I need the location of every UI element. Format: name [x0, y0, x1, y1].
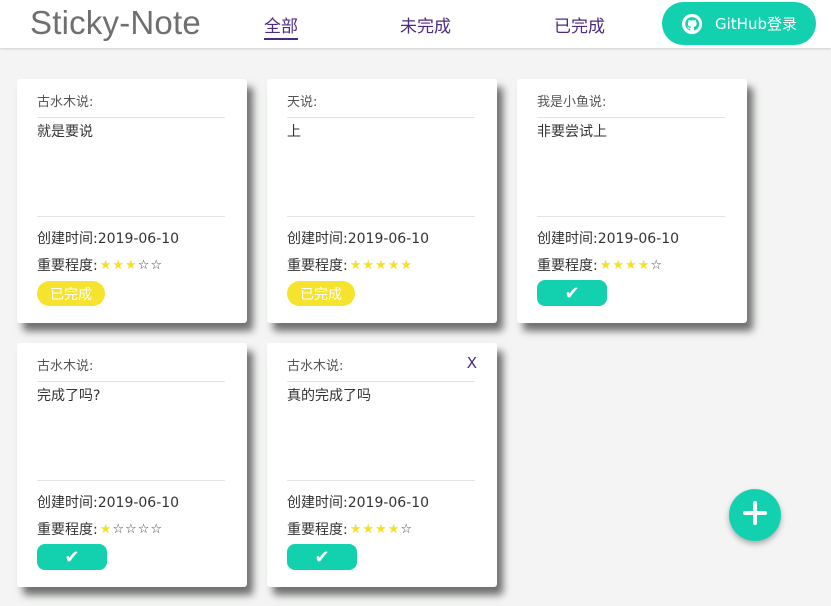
note-created-time: 创建时间:2019-06-10: [37, 495, 180, 511]
note-importance: 重要程度: ★ ★ ★ ★ ☆: [537, 255, 663, 275]
star-filled-icon: ★: [375, 257, 387, 273]
star-filled-icon: ★: [599, 257, 612, 273]
note-content: 非要尝试上: [537, 124, 607, 140]
note-content: 上: [287, 124, 301, 140]
github-login-button[interactable]: GitHub登录: [662, 2, 816, 45]
note-card: 古水木说: X 真的完成了吗 创建时间:2019-06-10 重要程度: ★ ★ ★ ★ ☆ ✔: [267, 343, 497, 587]
note-importance: 重要程度: ★ ☆ ☆ ☆ ☆: [37, 519, 163, 539]
importance-label: 重要程度:: [287, 522, 348, 538]
star-filled-icon: ★: [362, 521, 375, 537]
note-author: 我是小鱼说:: [537, 95, 607, 110]
star-filled-icon: ★: [387, 521, 400, 537]
mark-complete-button[interactable]: ✔: [287, 544, 357, 570]
star-empty-icon: ☆: [150, 521, 162, 537]
add-note-button[interactable]: [729, 489, 781, 541]
divider: [537, 216, 725, 217]
top-bar: Sticky-Note 全部 未完成 已完成 GitHub登录: [0, 0, 831, 48]
star-filled-icon: ★: [125, 257, 137, 273]
note-author: 古水木说:: [37, 359, 94, 374]
note-created-time: 创建时间:2019-06-10: [287, 231, 430, 247]
star-filled-icon: ★: [362, 257, 375, 273]
divider: [37, 381, 225, 382]
github-login-label: GitHub登录: [715, 15, 797, 33]
note-content: 完成了吗?: [37, 388, 101, 404]
completed-badge[interactable]: 已完成: [287, 281, 355, 306]
star-filled-icon: ★: [112, 257, 125, 273]
note-card: 我是小鱼说: 非要尝试上 创建时间:2019-06-10 重要程度: ★ ★ ★ ★ ☆ ✔: [517, 79, 747, 323]
note-author: 古水木说:: [37, 95, 94, 110]
github-icon: [681, 13, 703, 35]
star-empty-icon: ☆: [150, 257, 162, 273]
star-rating: ★ ★ ★ ★ ★: [350, 259, 413, 272]
importance-label: 重要程度:: [287, 258, 348, 274]
star-empty-icon: ☆: [137, 521, 150, 537]
star-empty-icon: ☆: [400, 521, 412, 537]
divider: [287, 117, 475, 118]
divider: [37, 480, 225, 481]
divider: [287, 480, 475, 481]
note-author: 古水木说:: [287, 359, 344, 374]
note-created-time: 创建时间:2019-06-10: [287, 495, 430, 511]
star-rating: ★ ★ ★ ★ ☆: [350, 523, 413, 536]
note-importance: 重要程度: ★ ★ ★ ★ ☆: [287, 519, 413, 539]
note-card: 古水木说: 就是要说 创建时间:2019-06-10 重要程度: ★ ★ ★ ☆ ☆ 已完成: [17, 79, 247, 323]
divider: [37, 216, 225, 217]
star-rating: ★ ☆ ☆ ☆ ☆: [100, 523, 163, 536]
mark-complete-button[interactable]: ✔: [37, 544, 107, 570]
star-empty-icon: ☆: [125, 521, 137, 537]
mark-complete-button[interactable]: ✔: [537, 280, 607, 306]
importance-label: 重要程度:: [37, 522, 98, 538]
note-author: 天说:: [287, 95, 318, 110]
note-importance: 重要程度: ★ ★ ★ ☆ ☆: [37, 255, 163, 275]
star-filled-icon: ★: [387, 257, 400, 273]
app-logo: Sticky-Note: [30, 4, 201, 41]
close-icon[interactable]: X: [467, 354, 477, 372]
star-filled-icon: ★: [99, 257, 112, 273]
note-content: 就是要说: [37, 124, 93, 140]
star-filled-icon: ★: [637, 257, 650, 273]
star-empty-icon: ☆: [137, 257, 150, 273]
importance-label: 重要程度:: [537, 258, 598, 274]
note-card: 天说: 上创建时间:2019-06-10 重要程度: ★ ★ ★ ★ ★ 已完成: [267, 79, 497, 323]
star-filled-icon: ★: [99, 521, 112, 537]
tab-complete[interactable]: 已完成: [554, 12, 605, 37]
note-created-time: 创建时间:2019-06-10: [537, 231, 680, 247]
star-rating: ★ ★ ★ ☆ ☆: [100, 259, 163, 272]
tab-all[interactable]: 全部: [264, 12, 298, 40]
note-created-time: 创建时间:2019-06-10: [37, 231, 180, 247]
note-content: 真的完成了吗: [287, 388, 371, 404]
star-filled-icon: ★: [625, 257, 637, 273]
completed-badge[interactable]: 已完成: [37, 281, 105, 306]
star-rating: ★ ★ ★ ★ ☆: [600, 259, 663, 272]
divider: [287, 381, 475, 382]
star-filled-icon: ★: [400, 257, 412, 273]
importance-label: 重要程度:: [37, 258, 98, 274]
star-filled-icon: ★: [349, 257, 362, 273]
note-card: 古水木说: 完成了吗? 创建时间:2019-06-10 重要程度: ★ ☆ ☆ ☆ ☆ ✔: [17, 343, 247, 587]
star-filled-icon: ★: [612, 257, 625, 273]
divider: [37, 117, 225, 118]
note-importance: 重要程度: ★ ★ ★ ★ ★: [287, 255, 413, 275]
tab-incomplete[interactable]: 未完成: [400, 12, 451, 37]
star-empty-icon: ☆: [112, 521, 125, 537]
star-filled-icon: ★: [349, 521, 362, 537]
plus-icon: [740, 498, 770, 532]
star-empty-icon: ☆: [650, 257, 662, 273]
divider: [537, 117, 725, 118]
divider: [287, 216, 475, 217]
star-filled-icon: ★: [375, 521, 387, 537]
